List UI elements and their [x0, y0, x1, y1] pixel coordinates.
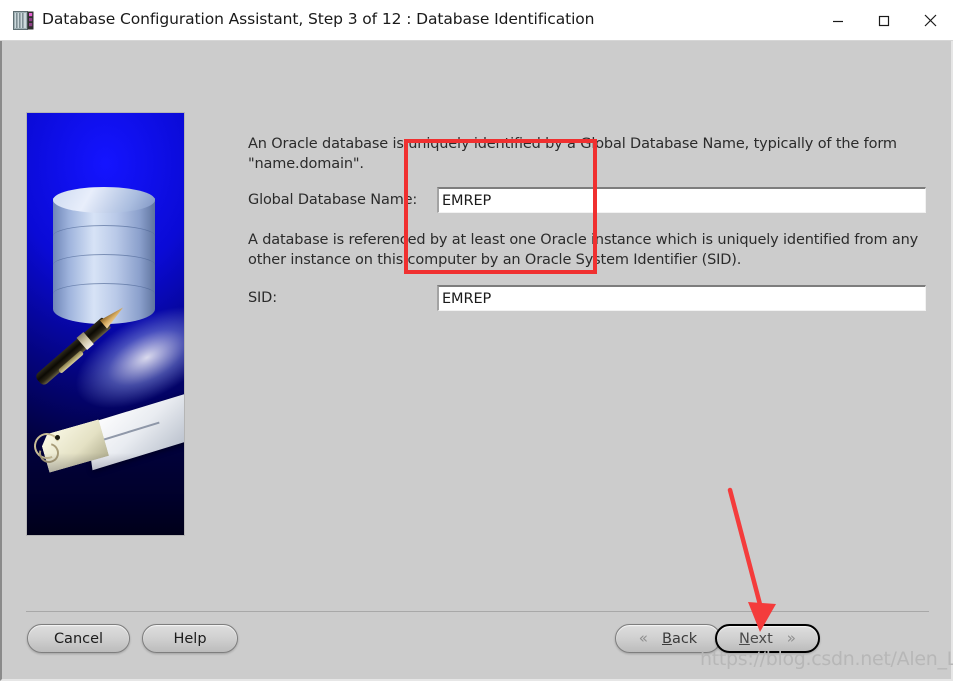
cancel-button-label: Cancel [53, 630, 104, 647]
dbca-window: Database Configuration Assistant, Step 3… [0, 0, 953, 681]
chevron-left-icon: « [638, 629, 648, 647]
sid-description: A database is referenced by at least one… [248, 232, 919, 268]
title-bar: Database Configuration Assistant, Step 3… [0, 0, 953, 41]
global-db-name-row: Global Database Name: [248, 186, 936, 214]
maximize-icon[interactable] [861, 0, 907, 41]
global-db-description: An Oracle database is uniquely identifie… [248, 136, 897, 172]
content-pane: An Oracle database is uniquely identifie… [248, 134, 936, 312]
database-config-icon [13, 10, 34, 31]
back-mnemonic: B [661, 630, 672, 647]
splash-illustration [26, 112, 185, 536]
splash-bottom-shadow [27, 453, 184, 535]
tag-eyelet [55, 435, 60, 440]
global-db-name-input[interactable] [437, 187, 926, 213]
next-button-label: Next [739, 631, 773, 647]
window-title: Database Configuration Assistant, Step 3… [42, 10, 595, 28]
back-button-label: Back [662, 631, 697, 647]
back-label-rest: ack [671, 630, 698, 647]
global-db-name-label: Global Database Name: [248, 192, 418, 208]
minimize-icon[interactable] [815, 0, 861, 41]
footer-separator [26, 611, 929, 612]
next-button[interactable]: Next » [715, 624, 820, 653]
sid-input[interactable] [437, 285, 926, 311]
next-label-rest: ext [749, 630, 773, 647]
next-mnemonic: N [739, 630, 750, 647]
sid-label: SID: [248, 290, 277, 306]
close-icon[interactable] [907, 0, 953, 41]
sid-row: SID: [248, 284, 936, 312]
database-cylinder-icon [53, 187, 155, 329]
help-button[interactable]: Help [142, 624, 238, 653]
back-button[interactable]: « Back [615, 624, 721, 653]
help-button-label: Help [173, 630, 207, 647]
dialog-body: An Oracle database is uniquely identifie… [0, 41, 953, 681]
chevron-right-icon: » [786, 629, 796, 647]
window-controls [815, 0, 953, 41]
cancel-button[interactable]: Cancel [27, 624, 130, 653]
